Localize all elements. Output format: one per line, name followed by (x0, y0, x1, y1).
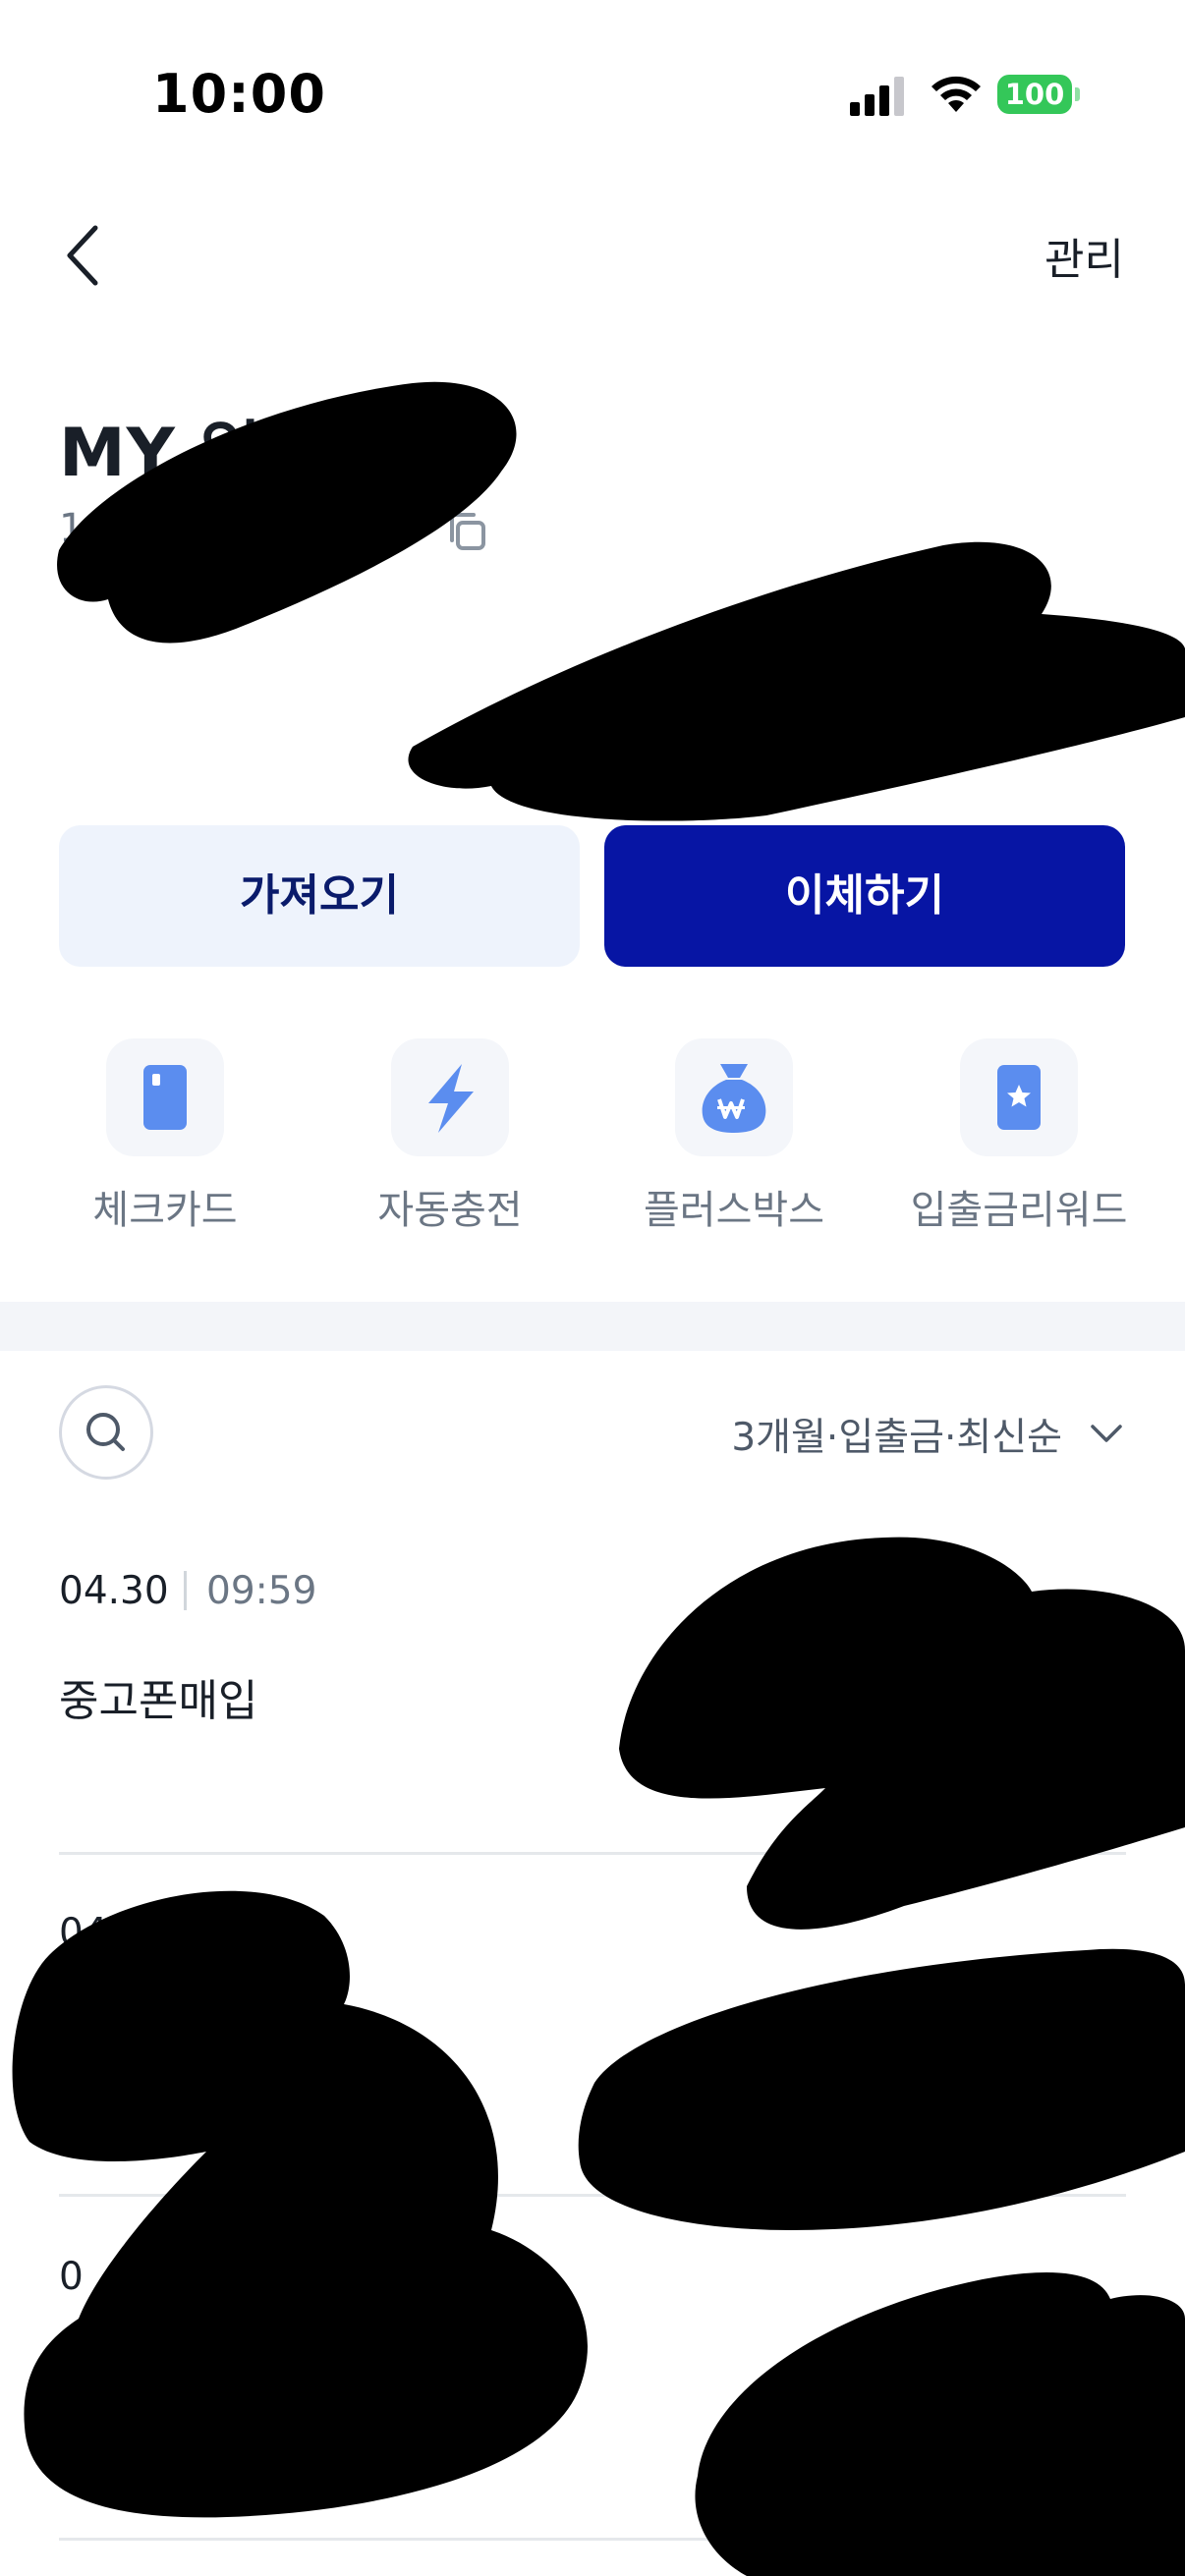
chevron-down-icon[interactable] (1087, 1413, 1126, 1452)
check-card-icon (143, 1065, 187, 1130)
money-bag-icon (702, 1064, 766, 1133)
transaction-date: 04.30 (59, 1569, 169, 1613)
redaction-blob-row-3-right (695, 2271, 1185, 2576)
redaction-blob-row-2 (12, 1890, 588, 2518)
transfer-button[interactable]: 이체하기 (604, 825, 1125, 967)
wifi-icon (931, 76, 981, 112)
back-chevron-icon[interactable] (54, 216, 113, 295)
shortcut-label: 체크카드 (92, 1188, 238, 1233)
search-button[interactable] (59, 1385, 153, 1480)
battery-level: 100 (997, 75, 1072, 114)
manage-button[interactable]: 관리 (1044, 224, 1124, 287)
shortcut-auto-charge[interactable]: 자동충전 (332, 1038, 568, 1235)
status-bar: 10:00 100 (0, 0, 1185, 187)
shortcut-icon-wrap (960, 1038, 1078, 1156)
shortcut-label: 자동충전 (377, 1188, 523, 1233)
filter-dropdown-label[interactable]: 3개월·입출금·최신순 (731, 1407, 1062, 1462)
shortcut-icon-wrap (106, 1038, 224, 1156)
redaction-blob-balance (408, 541, 1185, 821)
star-card-icon (997, 1065, 1041, 1130)
cellular-signal-icon (850, 77, 904, 116)
search-icon (86, 1413, 125, 1451)
redaction-blob-row-2-right (578, 1948, 1185, 2230)
redaction-blob-amount-1 (619, 1537, 1185, 1930)
shortcut-label: 플러스박스 (644, 1188, 824, 1233)
transaction-separator (184, 1571, 187, 1610)
status-time: 10:00 (152, 63, 326, 125)
lightning-icon (428, 1064, 474, 1133)
transaction-title[interactable]: 중고폰매입 (59, 1665, 257, 1728)
shortcut-icon-wrap (675, 1038, 793, 1156)
shortcut-icon-wrap (391, 1038, 509, 1156)
shortcut-check-card[interactable]: 체크카드 (47, 1038, 283, 1235)
battery-icon: 100 (997, 75, 1080, 114)
shortcut-reward[interactable]: 입출금리워드 (901, 1038, 1137, 1235)
import-button[interactable]: 가져오기 (59, 825, 580, 967)
shortcut-plus-box[interactable]: 플러스박스 (616, 1038, 852, 1235)
section-divider (0, 1302, 1185, 1351)
transaction-time: 09:59 (206, 1569, 317, 1613)
battery-cap (1075, 87, 1080, 101)
shortcut-label: 입출금리워드 (910, 1188, 1128, 1233)
